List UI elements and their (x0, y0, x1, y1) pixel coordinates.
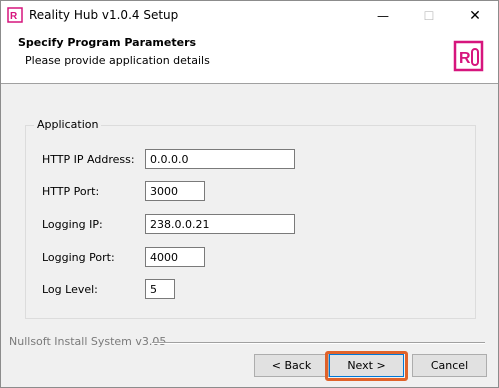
http-ip-input[interactable] (145, 149, 295, 169)
window-title: Reality Hub v1.0.4 Setup (29, 8, 179, 22)
maximize-button[interactable]: ☐ (406, 1, 452, 30)
installer-window: R Reality Hub v1.0.4 Setup — ☐ ✕ Specify… (0, 0, 499, 388)
logging-port-input[interactable] (145, 247, 205, 267)
page-title: Specify Program Parameters (18, 36, 197, 49)
group-title: Application (34, 118, 102, 131)
reality-hub-app-icon: R (7, 7, 23, 23)
close-button[interactable]: ✕ (452, 1, 498, 30)
title-bar: R Reality Hub v1.0.4 Setup — ☐ ✕ (1, 1, 498, 30)
nsis-branding: Nullsoft Install System v3.05 (9, 335, 167, 348)
logging-ip-input[interactable] (145, 214, 295, 234)
svg-text:R: R (10, 11, 18, 22)
back-button[interactable]: < Back (254, 354, 329, 377)
next-button[interactable]: Next > (329, 354, 404, 377)
http-port-input[interactable] (145, 181, 205, 201)
svg-text:R: R (459, 50, 471, 67)
logging-ip-label: Logging IP: (42, 218, 103, 231)
logging-port-label: Logging Port: (42, 251, 115, 264)
minimize-button[interactable]: — (360, 1, 406, 30)
content-area: Application HTTP IP Address: HTTP Port: … (1, 84, 498, 337)
cancel-button[interactable]: Cancel (412, 354, 487, 377)
log-level-label: Log Level: (42, 283, 98, 296)
http-port-label: HTTP Port: (42, 185, 100, 198)
http-ip-label: HTTP IP Address: (42, 153, 135, 166)
log-level-input[interactable] (145, 279, 175, 299)
page-header: Specify Program Parameters Please provid… (1, 30, 498, 84)
reality-hub-logo-icon: R (453, 40, 484, 72)
page-subtitle: Please provide application details (25, 54, 210, 67)
footer-separator (152, 342, 485, 344)
